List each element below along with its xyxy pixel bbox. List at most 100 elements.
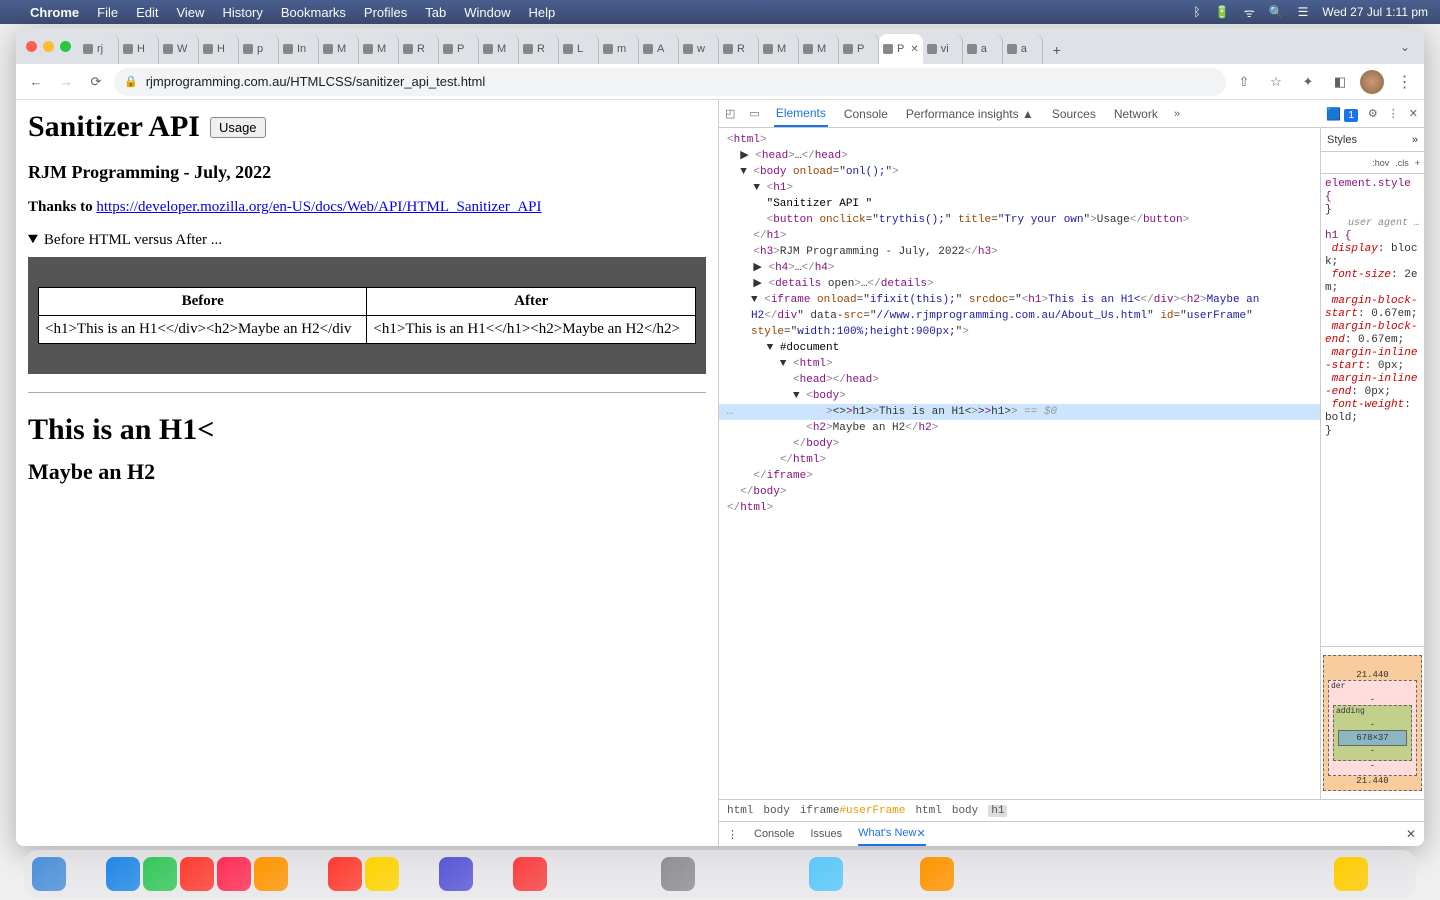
macos-dock[interactable] bbox=[24, 850, 1416, 898]
dom-node[interactable]: ▼ <h1> bbox=[727, 180, 1312, 196]
browser-tab[interactable]: w bbox=[679, 34, 719, 64]
dom-node[interactable]: ▶ <h4>…</h4> bbox=[727, 260, 1312, 276]
browser-tab[interactable]: m bbox=[599, 34, 639, 64]
browser-tab[interactable]: R bbox=[719, 34, 759, 64]
add-rule-icon[interactable]: + bbox=[1415, 158, 1420, 168]
css-declaration[interactable]: margin-inline-start: 0px; bbox=[1325, 347, 1420, 373]
dock-app-icon[interactable] bbox=[957, 857, 991, 891]
drawer-menu-icon[interactable]: ⋮ bbox=[727, 828, 738, 841]
dock-app-icon[interactable] bbox=[513, 857, 547, 891]
dom-node[interactable]: "Sanitizer API " bbox=[727, 196, 1312, 212]
mdn-link[interactable]: https://developer.mozilla.org/en-US/docs… bbox=[96, 199, 541, 215]
tab-perf[interactable]: Performance insights ▲ bbox=[904, 100, 1036, 127]
back-button[interactable]: ← bbox=[24, 70, 48, 94]
dock-app-icon[interactable] bbox=[1297, 857, 1331, 891]
dock-app-icon[interactable] bbox=[365, 857, 399, 891]
dom-node[interactable]: ▼ <body onload="onl();"> bbox=[727, 164, 1312, 180]
menu-tab[interactable]: Tab bbox=[425, 5, 446, 20]
tab-elements[interactable]: Elements bbox=[774, 100, 828, 127]
tab-overflow-icon[interactable]: ⌄ bbox=[1392, 40, 1418, 64]
dock-app-icon[interactable] bbox=[328, 857, 362, 891]
profile-avatar[interactable] bbox=[1360, 70, 1384, 94]
box-model[interactable]: 21.440 der - adding - 678×37 - - 21.44 bbox=[1321, 646, 1424, 799]
dock-app-icon[interactable] bbox=[1371, 857, 1405, 891]
details-before-after[interactable]: Before HTML versus After ... BeforeAfter… bbox=[28, 232, 706, 374]
new-tab-button[interactable]: + bbox=[1043, 36, 1071, 64]
dock-app-icon[interactable] bbox=[32, 857, 66, 891]
dom-node[interactable]: <h2>Maybe an H2</h2> bbox=[727, 420, 1312, 436]
usage-button[interactable]: Usage bbox=[210, 117, 266, 138]
devtools-kebab-icon[interactable]: ⋮ bbox=[1388, 107, 1399, 120]
browser-tab[interactable]: R bbox=[399, 34, 439, 64]
browser-tab[interactable]: vi bbox=[923, 34, 963, 64]
dock-app-icon[interactable] bbox=[1105, 857, 1139, 891]
reload-button[interactable]: ⟳ bbox=[84, 70, 108, 94]
css-declaration[interactable]: font-weight: bold; bbox=[1325, 399, 1420, 425]
dock-app-icon[interactable] bbox=[1260, 857, 1294, 891]
dock-app-icon[interactable] bbox=[994, 857, 1028, 891]
dock-app-icon[interactable] bbox=[883, 857, 917, 891]
css-declaration[interactable]: font-size: 2em; bbox=[1325, 269, 1420, 295]
browser-tab[interactable]: M bbox=[759, 34, 799, 64]
browser-tab[interactable]: R bbox=[519, 34, 559, 64]
dock-app-icon[interactable] bbox=[439, 857, 473, 891]
css-declaration[interactable]: display: block; bbox=[1325, 243, 1420, 269]
menu-history[interactable]: History bbox=[222, 5, 262, 20]
dock-app-icon[interactable] bbox=[402, 857, 436, 891]
hov-toggle[interactable]: :hov bbox=[1372, 158, 1389, 168]
traffic-lights[interactable] bbox=[22, 41, 79, 64]
dock-app-icon[interactable] bbox=[920, 857, 954, 891]
dom-node[interactable]: ▼ <iframe onload="ifixit(this);" srcdoc=… bbox=[727, 292, 1312, 340]
page-viewport[interactable]: Sanitizer API Usage RJM Programming - Ju… bbox=[16, 100, 718, 846]
dock-app-icon[interactable] bbox=[809, 857, 843, 891]
dock-app-icon[interactable] bbox=[1179, 857, 1213, 891]
dock-app-icon[interactable] bbox=[291, 857, 325, 891]
browser-tab[interactable]: H bbox=[119, 34, 159, 64]
browser-tab[interactable]: P bbox=[839, 34, 879, 64]
issues-badge[interactable]: 🟦 1 bbox=[1326, 107, 1358, 121]
dom-node[interactable]: <head></head> bbox=[727, 372, 1312, 388]
browser-tab[interactable]: In bbox=[279, 34, 319, 64]
dom-node[interactable]: </body> bbox=[727, 484, 1312, 500]
menu-file[interactable]: File bbox=[97, 5, 118, 20]
dock-app-icon[interactable] bbox=[106, 857, 140, 891]
forward-button[interactable]: → bbox=[54, 70, 78, 94]
app-menu[interactable]: Chrome bbox=[30, 5, 79, 20]
drawer-issues[interactable]: Issues bbox=[810, 828, 842, 840]
browser-tab[interactable]: a bbox=[1003, 34, 1043, 64]
dock-app-icon[interactable] bbox=[217, 857, 251, 891]
css-declaration[interactable]: margin-inline-end: 0px; bbox=[1325, 373, 1420, 399]
browser-tab[interactable]: M bbox=[479, 34, 519, 64]
dock-app-icon[interactable] bbox=[735, 857, 769, 891]
inspect-icon[interactable]: ◰ bbox=[725, 107, 735, 120]
tab-sources[interactable]: Sources bbox=[1050, 100, 1098, 127]
browser-tab[interactable]: W bbox=[159, 34, 199, 64]
dom-node[interactable]: ▶ <head>…</head> bbox=[727, 148, 1312, 164]
cls-toggle[interactable]: .cls bbox=[1395, 158, 1409, 168]
dock-app-icon[interactable] bbox=[1142, 857, 1176, 891]
css-declaration[interactable]: margin-block-start: 0.67em; bbox=[1325, 295, 1420, 321]
dom-node[interactable]: </body> bbox=[727, 436, 1312, 452]
browser-tab[interactable]: M bbox=[319, 34, 359, 64]
tab-network[interactable]: Network bbox=[1112, 100, 1160, 127]
dom-node[interactable]: </iframe> bbox=[727, 468, 1312, 484]
extensions-icon[interactable]: ✦ bbox=[1296, 70, 1320, 94]
drawer-whatsnew[interactable]: What's New ✕ bbox=[858, 823, 926, 846]
breadcrumb-item[interactable]: body bbox=[763, 805, 789, 817]
spotlight-icon[interactable]: 🔍 bbox=[1269, 5, 1284, 19]
breadcrumb-item[interactable]: html bbox=[727, 805, 753, 817]
menu-edit[interactable]: Edit bbox=[136, 5, 158, 20]
dock-app-icon[interactable] bbox=[1216, 857, 1250, 891]
styles-rules[interactable]: element.style { } user agent … h1 { disp… bbox=[1321, 174, 1424, 646]
dock-app-icon[interactable] bbox=[846, 857, 880, 891]
dom-node[interactable]: ▼ #document bbox=[727, 340, 1312, 356]
browser-tab[interactable]: rj bbox=[79, 34, 119, 64]
more-tabs-icon[interactable]: » bbox=[1174, 108, 1180, 120]
dock-app-icon[interactable] bbox=[587, 857, 621, 891]
dom-node[interactable]: <html> bbox=[727, 132, 1312, 148]
clock[interactable]: Wed 27 Jul 1:11 pm bbox=[1322, 5, 1428, 19]
browser-tab[interactable]: a bbox=[963, 34, 1003, 64]
browser-tab[interactable]: p bbox=[239, 34, 279, 64]
breadcrumb-item[interactable]: iframe#userFrame bbox=[800, 805, 906, 817]
browser-tab[interactable]: P bbox=[439, 34, 479, 64]
